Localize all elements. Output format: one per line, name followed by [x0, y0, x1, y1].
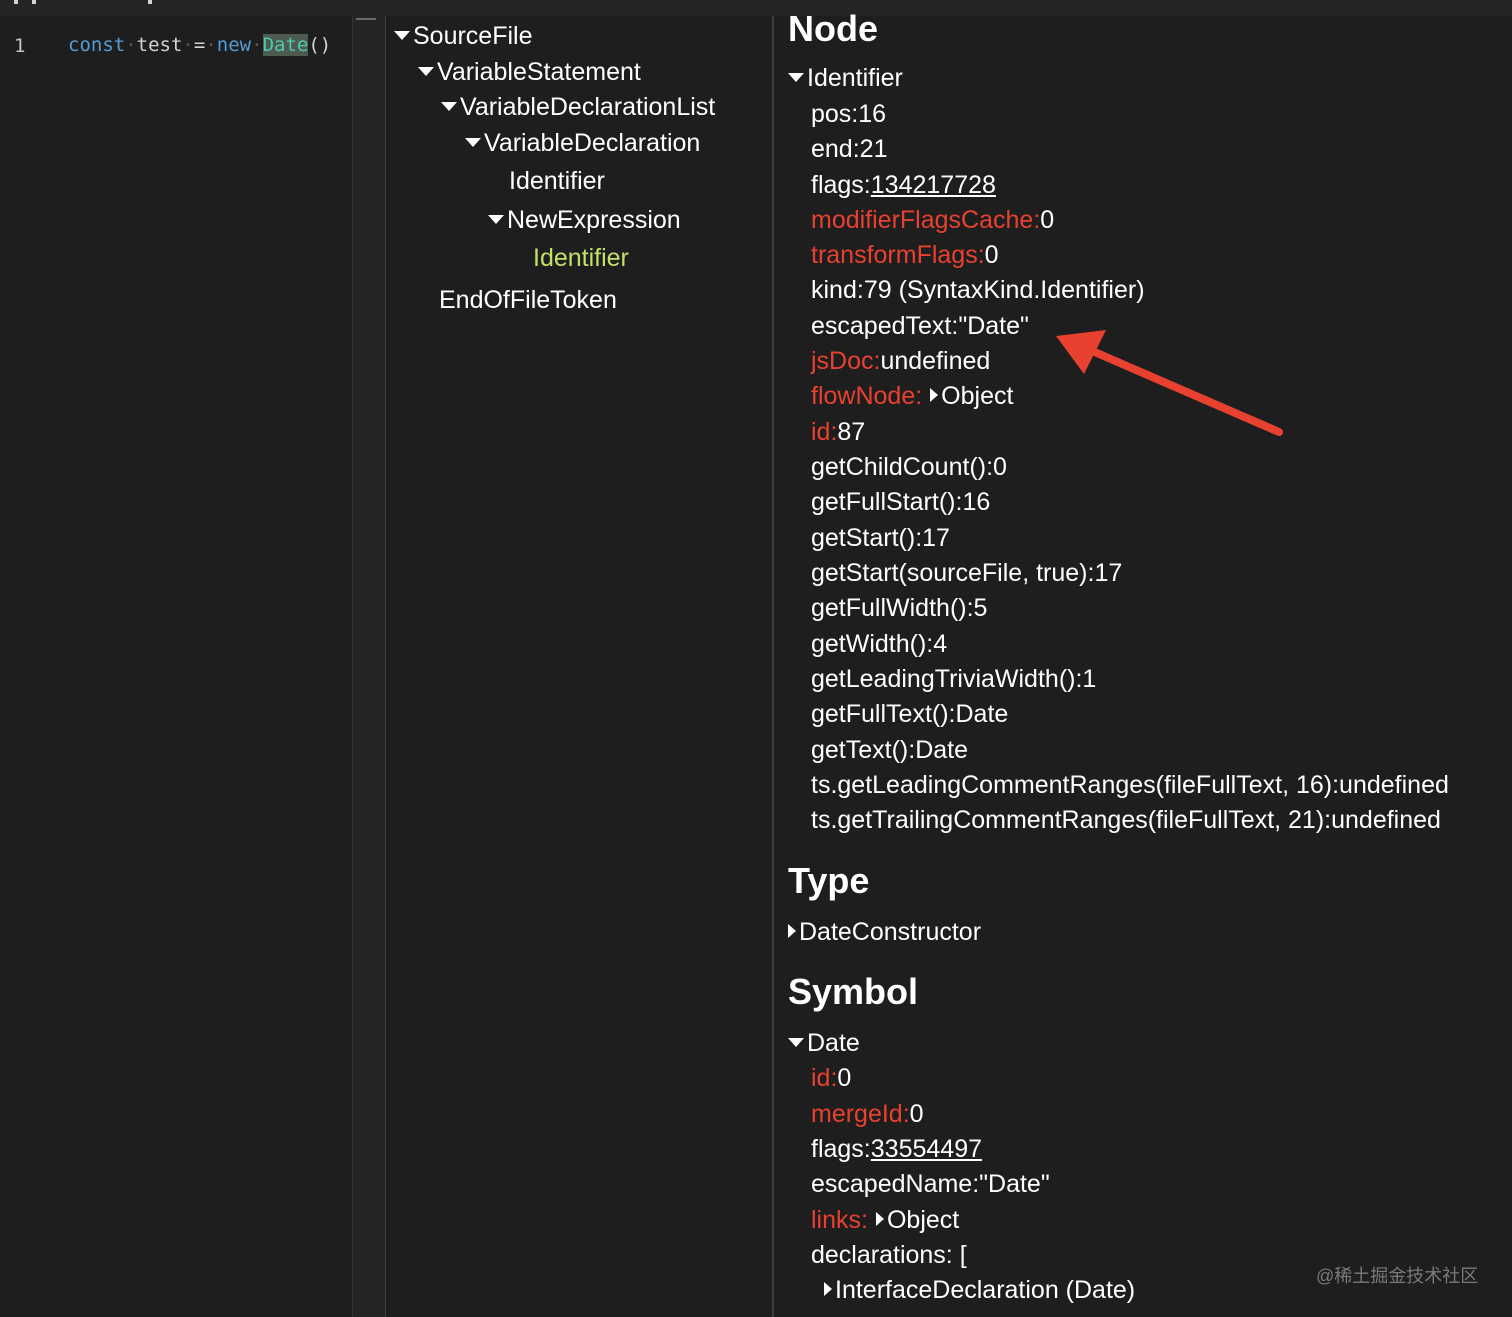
tree-node-variablestatement[interactable]: VariableStatement [418, 58, 641, 87]
caret-down-icon [418, 66, 434, 76]
symbol-prop-links: links: Object [811, 1206, 960, 1234]
tree-node-newexpression[interactable]: NewExpression [488, 206, 681, 235]
caret-right-icon [930, 388, 939, 403]
prop-getfullwidth: getFullWidth():5 [811, 594, 988, 622]
type-root-dateconstructor[interactable]: DateConstructor [788, 918, 981, 947]
caret-right-icon [788, 924, 796, 939]
top-bar-mark [148, 0, 152, 4]
prop-escapedtext: escapedText:"Date" [811, 312, 1029, 340]
caret-down-icon [488, 214, 504, 224]
tree-node-identifier[interactable]: Identifier [509, 167, 605, 196]
prop-trailing-comment-ranges: ts.getTrailingCommentRanges(fileFullText… [811, 806, 1441, 834]
flownode-toggle[interactable]: Object [922, 382, 1013, 410]
prop-getstart-sourcefile: getStart(sourceFile, true):17 [811, 559, 1123, 587]
prop-flags: flags:134217728 [811, 171, 996, 199]
prop-modifierflagscache: modifierFlagsCache:0 [811, 206, 1055, 234]
call-parens: () [308, 34, 332, 56]
prop-end: end:21 [811, 135, 888, 163]
minimap-line [356, 18, 376, 20]
tree-node-variabledeclaration[interactable]: VariableDeclaration [465, 129, 700, 158]
top-bar-mark [14, 0, 18, 4]
prop-leading-comment-ranges: ts.getLeadingCommentRanges(fileFullText,… [811, 771, 1449, 799]
symbol-root-date[interactable]: Date [788, 1029, 860, 1058]
tree-node-sourcefile[interactable]: SourceFile [394, 22, 533, 51]
tree-node-variabledeclarationlist[interactable]: VariableDeclarationList [441, 93, 715, 122]
symbol-heading: Symbol [788, 971, 919, 1012]
prop-transformflags: transformFlags:0 [811, 241, 999, 269]
caret-right-icon [824, 1282, 832, 1297]
caret-down-icon [465, 137, 481, 147]
keyword-const: const [68, 34, 126, 56]
variable-name: test [136, 34, 183, 56]
prop-id: id:87 [811, 418, 866, 446]
top-bar-mark [32, 0, 36, 4]
caret-right-icon [875, 1212, 884, 1227]
prop-getwidth: getWidth():4 [811, 630, 948, 658]
node-heading: Node [788, 8, 878, 49]
symbol-prop-id: id:0 [811, 1064, 852, 1092]
tree-node-endoffiletoken[interactable]: EndOfFileToken [439, 286, 617, 315]
prop-pos: pos:16 [811, 100, 887, 128]
minimap[interactable] [352, 16, 386, 1317]
class-date-highlight[interactable]: Date [262, 34, 309, 56]
prop-getchildcount: getChildCount():0 [811, 453, 1007, 481]
links-toggle[interactable]: Object [868, 1206, 959, 1234]
type-heading: Type [788, 860, 870, 901]
ast-tree: SourceFile VariableStatement VariableDec… [386, 16, 774, 1317]
line-number: 1 [14, 35, 26, 57]
prop-getfullstart: getFullStart():16 [811, 488, 991, 516]
prop-flownode: flowNode: Object [811, 382, 1014, 410]
prop-getleadingtriviawidth: getLeadingTriviaWidth():1 [811, 665, 1097, 693]
symbol-prop-escapedname: escapedName:"Date" [811, 1170, 1050, 1198]
node-root-identifier[interactable]: Identifier [788, 64, 903, 93]
caret-down-icon [788, 1037, 804, 1047]
prop-gettext: getText():Date [811, 736, 969, 764]
properties-panel: Node Identifier pos:16 end:21 flags:1342… [774, 0, 1512, 1317]
caret-down-icon [394, 30, 410, 40]
caret-down-icon [788, 72, 804, 82]
symbol-prop-mergeid: mergeId:0 [811, 1100, 924, 1128]
declaration-item[interactable]: InterfaceDeclaration (Date) [824, 1276, 1135, 1305]
keyword-new: new [216, 34, 252, 56]
symbol-flags-link[interactable]: 33554497 [871, 1135, 982, 1163]
code-editor[interactable]: 1 const·test·=·new·Date() [0, 16, 352, 1317]
caret-down-icon [441, 101, 457, 111]
assign-operator: = [193, 34, 206, 56]
symbol-prop-flags: flags:33554497 [811, 1135, 982, 1163]
prop-jsdoc: jsDoc:undefined [811, 347, 991, 375]
watermark: @稀土掘金技术社区 [1316, 1266, 1479, 1286]
prop-getstart: getStart():17 [811, 524, 950, 552]
tree-node-identifier-selected[interactable]: Identifier [533, 244, 629, 273]
symbol-prop-declarations: declarations: [ [811, 1241, 967, 1269]
prop-getfulltext: getFullText():Date [811, 700, 1009, 728]
prop-kind: kind:79 (SyntaxKind.Identifier) [811, 276, 1145, 304]
code-line[interactable]: const·test·=·new·Date() [68, 34, 331, 56]
flags-link[interactable]: 134217728 [871, 171, 996, 199]
